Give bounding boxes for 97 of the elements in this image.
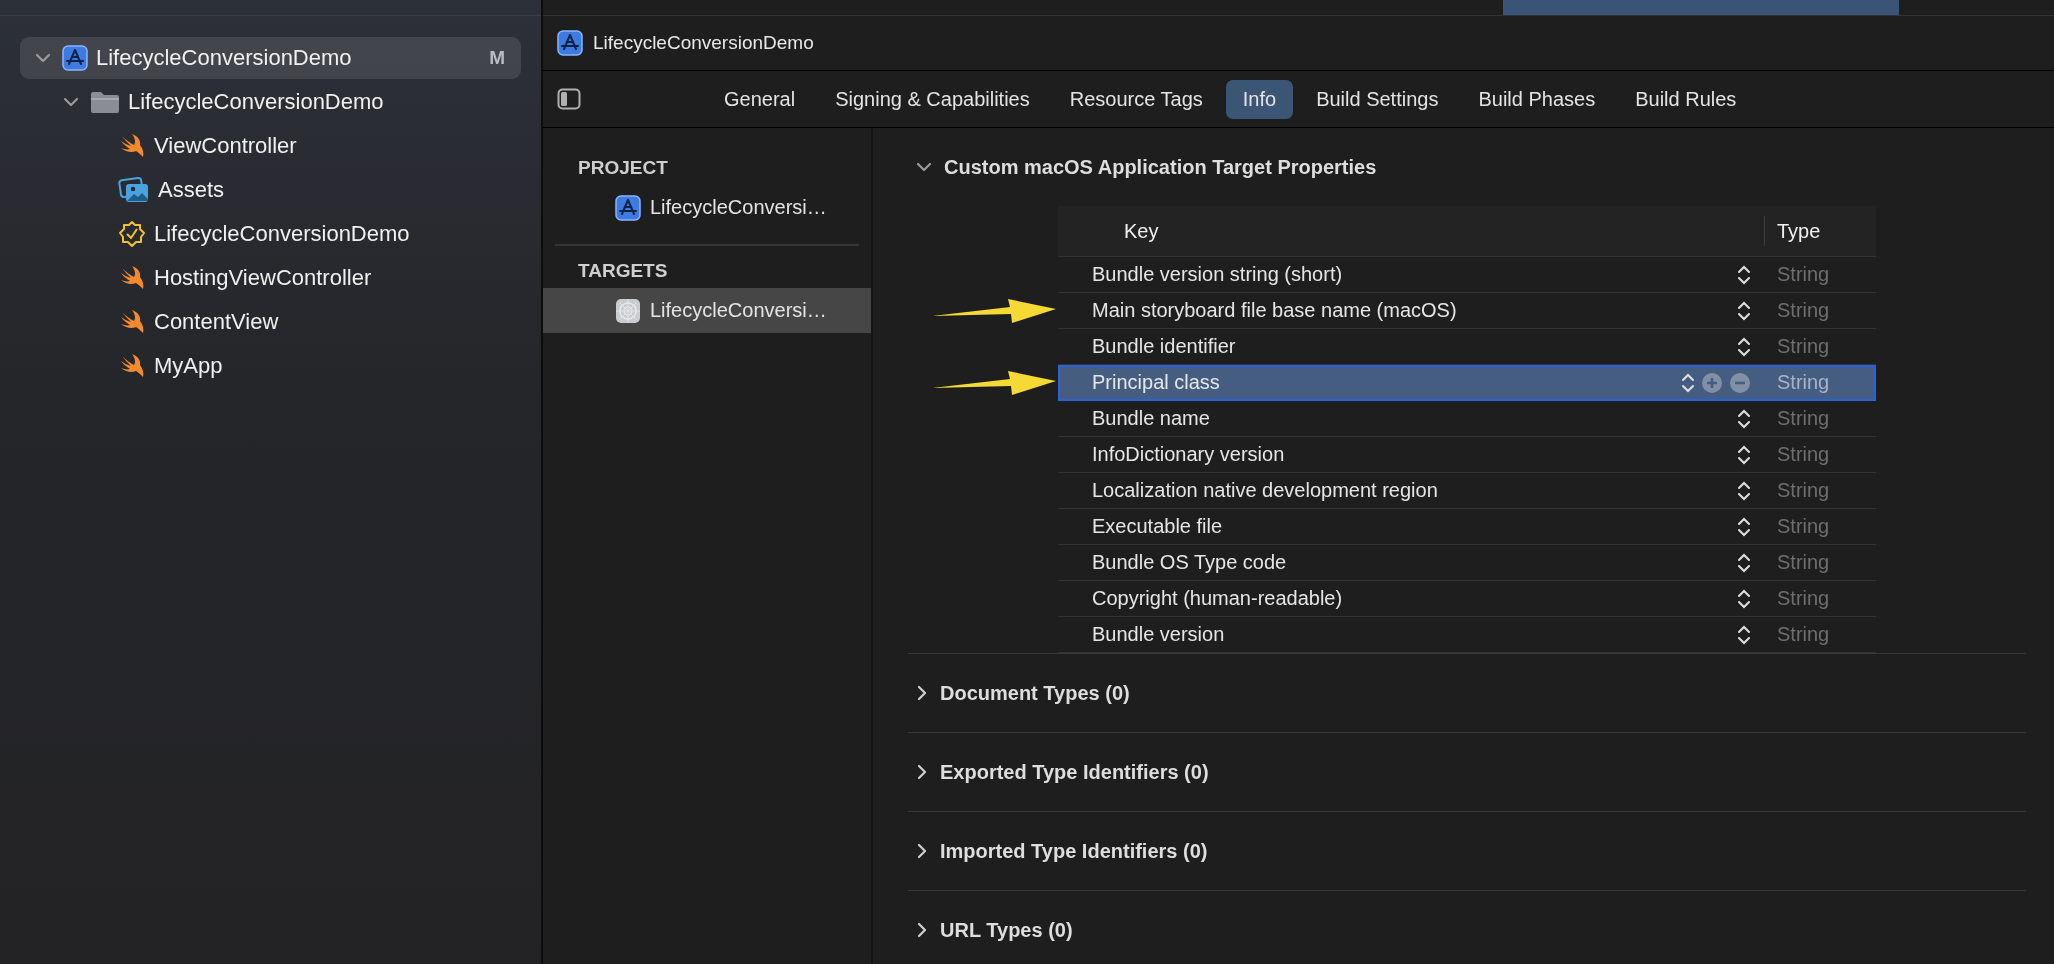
section-title[interactable]: Exported Type Identifiers (0)	[940, 760, 1209, 784]
stepper-icon[interactable]	[1737, 263, 1751, 286]
file-name: HostingViewController	[154, 265, 373, 291]
property-row[interactable]: Main storyboard file base name (macOS) String	[1058, 293, 1876, 329]
swift-bird-icon	[118, 309, 146, 335]
tab[interactable]: General	[707, 79, 813, 119]
swift-bird-icon	[118, 133, 146, 159]
file-name: LifecycleConversionDemo	[128, 89, 385, 115]
property-type: String	[1776, 371, 1831, 394]
target-item[interactable]: LifecycleConversi…	[543, 185, 871, 230]
tab[interactable]: Signing & Capabilities	[818, 79, 1047, 119]
file-name: MyApp	[154, 353, 224, 379]
navigator-row[interactable]: HostingViewController	[20, 257, 521, 299]
stepper-icon[interactable]	[1737, 587, 1751, 610]
group-heading: TARGETS	[577, 259, 669, 283]
property-key: Main storyboard file base name (macOS)	[1058, 299, 1737, 322]
section-title[interactable]: Custom macOS Application Target Properties	[944, 155, 1377, 179]
navigator-row[interactable]: MyApp	[20, 345, 521, 387]
project-icon	[615, 194, 641, 221]
tab[interactable]: Info	[1225, 79, 1294, 119]
property-key: Bundle version string (short)	[1058, 263, 1737, 286]
property-row[interactable]: Bundle version string (short) String	[1058, 257, 1876, 293]
folder-icon	[90, 90, 120, 114]
property-type: String	[1776, 587, 1831, 610]
stepper-icon[interactable]	[1737, 515, 1751, 538]
file-name: LifecycleConversionDemo	[154, 221, 411, 247]
property-key: Localization native development region	[1058, 479, 1737, 502]
navigator-row[interactable]: ViewController	[20, 125, 521, 167]
app-icon	[615, 297, 641, 324]
section-title[interactable]: URL Types (0)	[940, 918, 1073, 942]
property-row[interactable]: Bundle OS Type code String	[1058, 545, 1876, 581]
property-row[interactable]: Executable file String	[1058, 509, 1876, 545]
status-letter: M	[489, 47, 505, 69]
property-key: Executable file	[1058, 515, 1737, 538]
property-key: Bundle name	[1058, 407, 1737, 430]
navigator-row[interactable]: LifecycleConversionDemo M	[20, 37, 521, 79]
property-type: String	[1776, 263, 1831, 286]
check-seal-icon	[118, 220, 146, 248]
sidebar-toggle-icon[interactable]	[557, 88, 581, 110]
stepper-icon[interactable]	[1737, 299, 1751, 322]
disclosure-chevron-icon[interactable]	[916, 843, 928, 859]
file-name: ContentView	[154, 309, 280, 335]
disclosure-chevron-icon[interactable]	[916, 161, 932, 173]
stepper-icon[interactable]	[1737, 551, 1751, 574]
column-header[interactable]: Key	[1058, 219, 1764, 243]
file-name: Assets	[158, 177, 226, 203]
project-icon	[557, 30, 583, 56]
stepper-icon[interactable]	[1737, 623, 1751, 646]
property-key: Copyright (human-readable)	[1058, 587, 1737, 610]
property-type: String	[1776, 623, 1831, 646]
navigator-row[interactable]: ContentView	[20, 301, 521, 343]
file-name: ViewController	[154, 133, 298, 159]
target-item[interactable]: LifecycleConversi…	[543, 288, 871, 333]
project-icon	[62, 45, 88, 71]
property-row[interactable]: Copyright (human-readable) String	[1058, 581, 1876, 617]
section-title[interactable]: Document Types (0)	[940, 681, 1130, 705]
target-name: LifecycleConversi…	[650, 196, 827, 219]
swift-bird-icon	[118, 265, 146, 291]
disclosure-chevron-icon[interactable]	[63, 96, 79, 108]
disclosure-chevron-icon[interactable]	[916, 685, 928, 701]
property-key: Principal class	[1058, 371, 1681, 394]
image-stack-icon	[118, 176, 150, 204]
stepper-icon[interactable]	[1737, 407, 1751, 430]
property-key: InfoDictionary version	[1058, 443, 1737, 466]
property-type: String	[1776, 335, 1831, 358]
property-type: String	[1776, 299, 1831, 322]
property-type: String	[1776, 407, 1831, 430]
navigator-row[interactable]: LifecycleConversionDemo	[20, 213, 521, 255]
disclosure-chevron-icon[interactable]	[916, 764, 928, 780]
property-row[interactable]: InfoDictionary version String	[1058, 437, 1876, 473]
property-key: Bundle identifier	[1058, 335, 1737, 358]
tab[interactable]: Resource Tags	[1052, 79, 1220, 119]
stepper-icon[interactable]	[1737, 335, 1751, 358]
tab[interactable]: Build Phases	[1461, 79, 1613, 119]
property-key: Bundle version	[1058, 623, 1737, 646]
target-name: LifecycleConversi…	[650, 299, 827, 322]
stepper-icon[interactable]	[1737, 443, 1751, 466]
property-type: String	[1776, 551, 1831, 574]
property-type: String	[1776, 479, 1831, 502]
tab[interactable]: Build Settings	[1299, 79, 1456, 119]
section-title[interactable]: Imported Type Identifiers (0)	[940, 839, 1208, 863]
property-row[interactable]: Bundle version String	[1058, 617, 1876, 653]
property-type: String	[1776, 443, 1831, 466]
property-row[interactable]: Bundle name String	[1058, 401, 1876, 437]
tab[interactable]: Build Rules	[1618, 79, 1754, 119]
property-type: String	[1776, 515, 1831, 538]
navigator-row[interactable]: LifecycleConversionDemo	[20, 81, 521, 123]
editor-title: LifecycleConversionDemo	[593, 32, 814, 54]
disclosure-chevron-icon[interactable]	[916, 922, 928, 938]
property-row[interactable]: Localization native development region String	[1058, 473, 1876, 509]
column-header[interactable]: Type	[1764, 216, 1876, 246]
group-heading: PROJECT	[577, 156, 669, 180]
file-name: LifecycleConversionDemo	[96, 45, 353, 71]
stepper-icon[interactable]	[1737, 479, 1751, 502]
navigator-row[interactable]: Assets	[20, 169, 521, 211]
property-key: Bundle OS Type code	[1058, 551, 1737, 574]
swift-bird-icon	[118, 353, 146, 379]
